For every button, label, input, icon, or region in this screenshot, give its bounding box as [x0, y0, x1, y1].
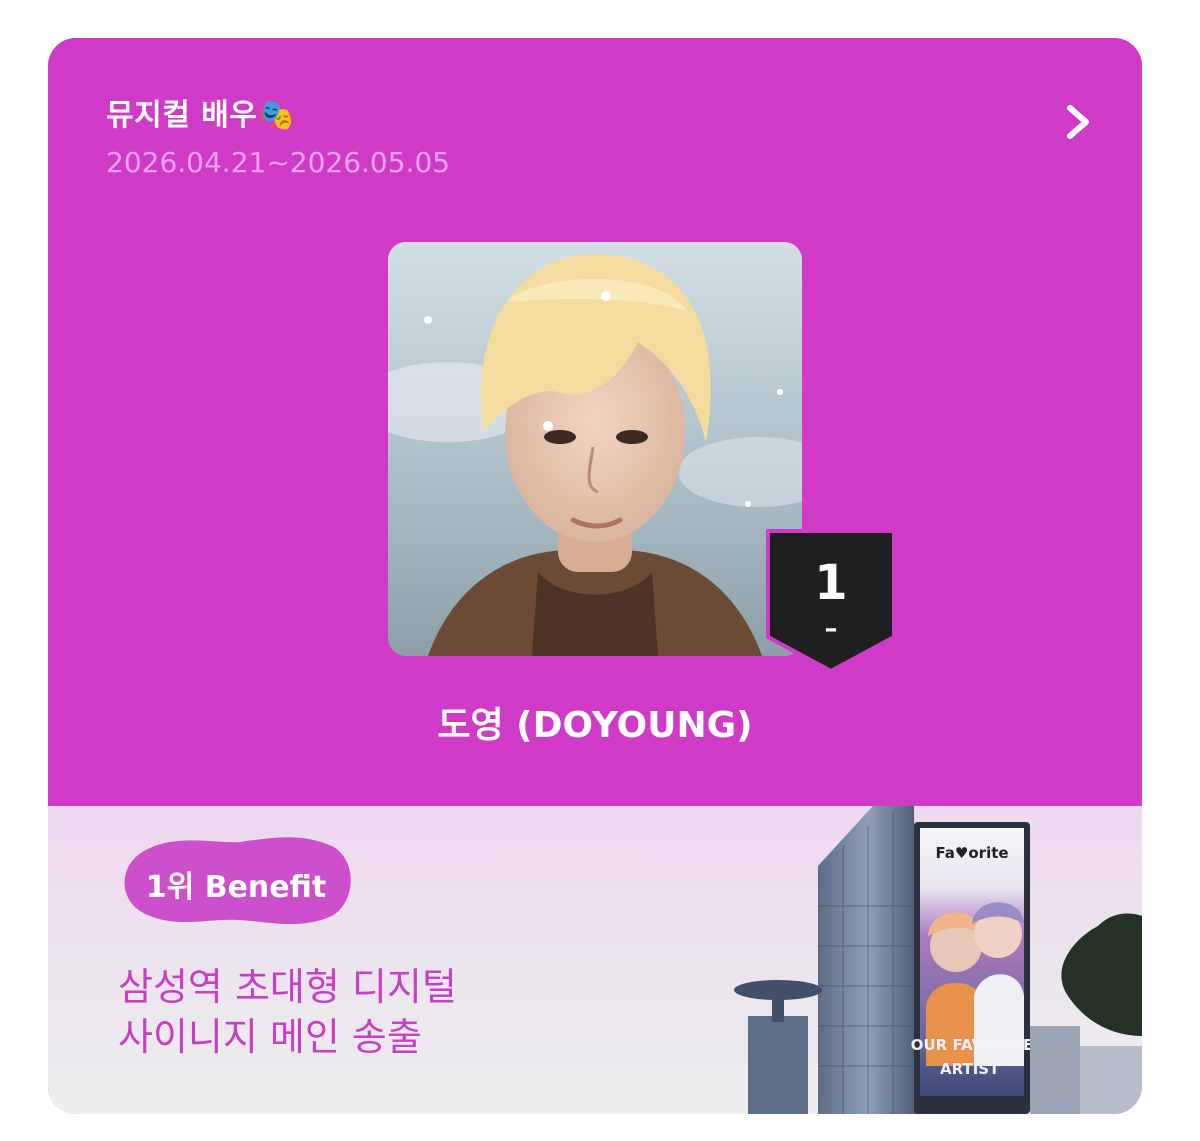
ranking-period: 2026.04.21~2026.05.05: [106, 146, 451, 179]
artist-portrait-image: [388, 242, 802, 656]
benefit-description-line2: 사이니지 메인 송출: [118, 1015, 422, 1059]
ranking-card[interactable]: 뮤지컬 배우🎭 2026.04.21~2026.05.05 1 – 도영 (DO…: [48, 38, 1142, 1114]
benefit-label: 1위 Benefit: [145, 870, 327, 905]
billboard-illustration: Fa♥orite OUR FAVORITE ARTIST: [734, 806, 1142, 1114]
billboard-line1: OUR FAVORITE: [911, 1036, 1034, 1054]
rank-badge: 1 –: [760, 525, 902, 675]
chevron-right-icon[interactable]: [1060, 102, 1096, 142]
benefit-banner[interactable]: 1위 Benefit 삼성역 초대형 디지털 사이니지 메인 송출 Fa♥ori…: [48, 806, 1142, 1114]
benefit-description-line1: 삼성역 초대형 디지털: [118, 965, 457, 1009]
billboard-logo: Fa♥orite: [935, 844, 1008, 862]
artist-photo[interactable]: [388, 242, 802, 656]
rank-number: 1: [814, 555, 847, 611]
billboard-line2: ARTIST: [940, 1060, 1000, 1078]
artist-name: 도영 (DOYOUNG): [437, 705, 753, 746]
ranking-title: 뮤지컬 배우🎭: [106, 98, 296, 133]
ranking-header-section: 뮤지컬 배우🎭 2026.04.21~2026.05.05 1 – 도영 (DO…: [48, 38, 1142, 806]
rank-change: –: [825, 614, 838, 644]
